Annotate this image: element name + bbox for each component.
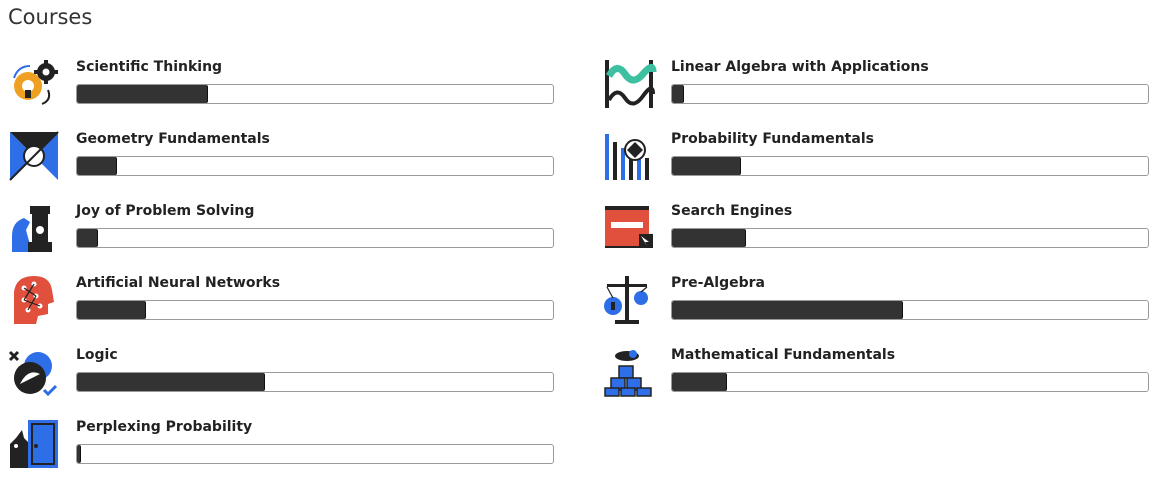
progress-bar — [76, 372, 554, 392]
progress-bar — [671, 372, 1149, 392]
course-card-logic[interactable]: Logic — [8, 344, 568, 406]
course-card-scientific-thinking[interactable]: Scientific Thinking — [8, 56, 568, 118]
progress-bar — [671, 156, 1149, 176]
pre-algebra-icon — [603, 272, 659, 328]
course-card-search-engines[interactable]: Search Engines — [603, 200, 1160, 262]
course-card-artificial-neural-networks[interactable]: Artificial Neural Networks — [8, 272, 568, 334]
course-card-mathematical-fundamentals[interactable]: Mathematical Fundamentals — [603, 344, 1160, 406]
progress-bar — [671, 300, 1149, 320]
progress-bar — [76, 300, 554, 320]
progress-fill — [672, 301, 903, 319]
progress-fill — [672, 157, 742, 175]
problem-solving-icon — [8, 200, 64, 256]
course-name: Joy of Problem Solving — [76, 203, 255, 219]
progress-bar — [76, 84, 554, 104]
progress-bar — [671, 84, 1149, 104]
course-card-pre-algebra[interactable]: Pre-Algebra — [603, 272, 1160, 334]
progress-fill — [77, 157, 118, 175]
course-name: Perplexing Probability — [76, 419, 253, 435]
course-name: Linear Algebra with Applications — [671, 59, 929, 75]
course-card-perplexing-probability[interactable]: Perplexing Probability — [8, 416, 568, 478]
course-name: Mathematical Fundamentals — [671, 347, 896, 363]
progress-bar — [76, 444, 554, 464]
progress-fill — [672, 229, 746, 247]
mathematical-fundamentals-icon — [603, 344, 659, 400]
progress-fill — [77, 229, 99, 247]
progress-fill — [77, 85, 208, 103]
course-card-joy-of-problem-solving[interactable]: Joy of Problem Solving — [8, 200, 568, 262]
course-card-linear-algebra[interactable]: Linear Algebra with Applications — [603, 56, 1160, 118]
progress-bar — [671, 228, 1149, 248]
perplexing-probability-icon — [8, 416, 64, 472]
course-name: Search Engines — [671, 203, 793, 219]
progress-fill — [77, 301, 147, 319]
course-name: Probability Fundamentals — [671, 131, 874, 147]
neural-networks-icon — [8, 272, 64, 328]
progress-fill — [77, 445, 81, 463]
probability-icon — [603, 128, 659, 184]
progress-bar — [76, 228, 554, 248]
course-name: Pre-Algebra — [671, 275, 765, 291]
course-name: Geometry Fundamentals — [76, 131, 270, 147]
scientific-thinking-icon — [8, 56, 64, 112]
course-card-geometry-fundamentals[interactable]: Geometry Fundamentals — [8, 128, 568, 190]
page-title: Courses — [8, 5, 93, 29]
progress-fill — [77, 373, 266, 391]
course-name: Logic — [76, 347, 118, 363]
search-engines-icon — [603, 200, 659, 256]
geometry-icon — [8, 128, 64, 184]
progress-fill — [672, 373, 727, 391]
progress-bar — [76, 156, 554, 176]
progress-fill — [672, 85, 684, 103]
course-name: Scientific Thinking — [76, 59, 223, 75]
logic-icon — [8, 344, 64, 400]
linear-algebra-icon — [603, 56, 659, 112]
course-card-probability-fundamentals[interactable]: Probability Fundamentals — [603, 128, 1160, 190]
course-name: Artificial Neural Networks — [76, 275, 281, 291]
